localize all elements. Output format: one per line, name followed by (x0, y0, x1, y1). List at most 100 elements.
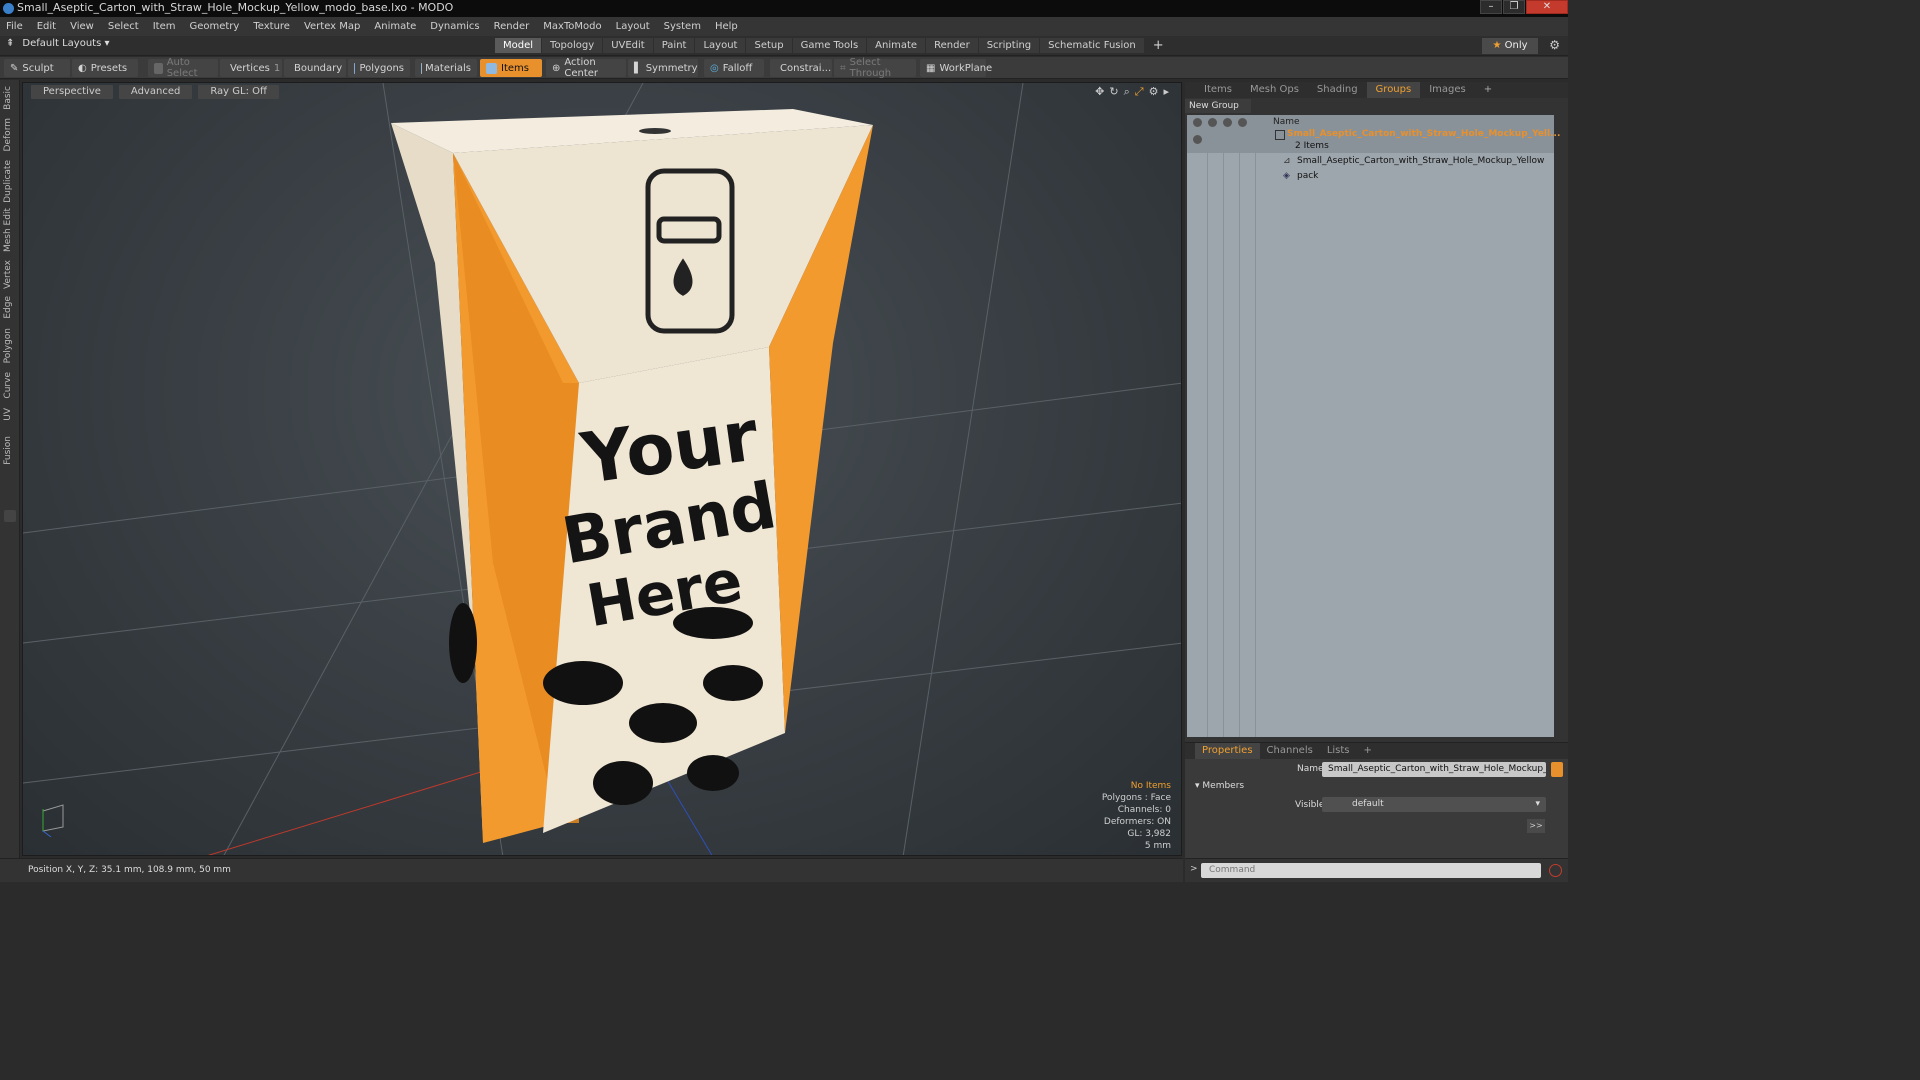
auto-select-label: Auto Select (166, 57, 198, 79)
close-button[interactable]: ✕ (1526, 0, 1568, 14)
presets-button[interactable]: ◐ Presets (72, 59, 138, 77)
tab-schematic-fusion[interactable]: Schematic Fusion (1040, 38, 1144, 53)
add-tab-button[interactable]: + (1145, 38, 1172, 53)
menu-layout[interactable]: Layout (616, 21, 650, 32)
tab-uvedit[interactable]: UVEdit (603, 38, 653, 53)
tab-images[interactable]: Images (1420, 82, 1475, 98)
only-toggle[interactable]: ★ Only (1482, 38, 1538, 54)
select-through-button[interactable]: ⌗ Select Through (834, 57, 916, 79)
tab-items[interactable]: Items (1195, 82, 1241, 98)
left-tab-fusion[interactable]: Fusion (3, 436, 13, 465)
menu-file[interactable]: File (6, 21, 23, 32)
left-tab-uv[interactable]: UV (3, 408, 13, 421)
menu-render[interactable]: Render (494, 21, 530, 32)
menu-select[interactable]: Select (108, 21, 139, 32)
tab-groups[interactable]: Groups (1366, 82, 1421, 98)
members-section[interactable]: ▾ Members (1195, 781, 1244, 791)
auto-select-button[interactable]: Auto Select (148, 57, 218, 79)
falloff-button[interactable]: ◎ Falloff (704, 59, 764, 77)
shading-mode-button[interactable]: Advanced (118, 85, 193, 99)
sculpt-button[interactable]: ✎ Sculpt (4, 59, 70, 77)
menu-texture[interactable]: Texture (253, 21, 290, 32)
visible-label: Visible (1295, 800, 1325, 810)
constraints-label: Constrai... (780, 62, 832, 74)
tab-model[interactable]: Model (495, 38, 542, 53)
left-tab-mesh-edit[interactable]: Mesh Edit (3, 208, 13, 252)
visible-dropdown[interactable]: default ▾ (1322, 797, 1546, 812)
name-field[interactable]: Small_Aseptic_Carton_with_Straw_Hole_Moc… (1322, 762, 1546, 777)
left-tab-curve[interactable]: Curve (3, 372, 13, 399)
tab-layout[interactable]: Layout (695, 38, 746, 53)
visibility-column-icon[interactable] (1193, 117, 1202, 127)
panel-toggle-icon[interactable] (4, 510, 16, 522)
tab-scripting[interactable]: Scripting (978, 38, 1040, 53)
menu-view[interactable]: View (70, 21, 94, 32)
lock-column-icon[interactable] (1223, 117, 1232, 127)
view-mode-button[interactable]: Perspective (31, 85, 113, 99)
left-tab-duplicate[interactable]: Duplicate (3, 160, 13, 203)
expand-arrow-icon[interactable]: ▸ (1163, 85, 1169, 99)
tab-game-tools[interactable]: Game Tools (792, 38, 867, 53)
materials-button[interactable]: Materials (415, 59, 477, 77)
tab-animate[interactable]: Animate (867, 38, 926, 53)
layouts-dropdown[interactable]: Default Layouts ▾ (22, 38, 109, 49)
more-button[interactable]: >> (1527, 819, 1545, 833)
rotate-icon[interactable]: ↻ (1109, 85, 1118, 99)
tab-lists[interactable]: Lists (1320, 743, 1357, 759)
zoom-icon[interactable]: ⌕ (1124, 85, 1130, 99)
menu-maxtomodo[interactable]: MaxToModo (543, 21, 601, 32)
menu-item[interactable]: Item (153, 21, 176, 32)
symmetry-button[interactable]: ▌ Symmetry (628, 59, 698, 77)
tab-mesh-ops[interactable]: Mesh Ops (1241, 82, 1308, 98)
viewport-settings-icon[interactable]: ⚙ (1149, 85, 1159, 99)
gear-icon[interactable]: ⚙ (1549, 38, 1560, 52)
tab-shading[interactable]: Shading (1308, 82, 1367, 98)
group-row[interactable]: Small_Aseptic_Carton_with_Straw_Hole_Moc… (1187, 129, 1560, 153)
raygl-toggle[interactable]: Ray GL: Off (198, 85, 279, 99)
name-options-button[interactable] (1551, 762, 1563, 777)
render-column-icon[interactable] (1208, 117, 1217, 127)
menu-animate[interactable]: Animate (374, 21, 416, 32)
fit-icon[interactable]: ⤢ (1135, 85, 1144, 99)
list-item[interactable]: ◈ pack (1187, 170, 1554, 184)
items-button[interactable]: Items (480, 59, 542, 77)
menu-vertex-map[interactable]: Vertex Map (304, 21, 360, 32)
menu-help[interactable]: Help (715, 21, 738, 32)
boundary-button[interactable]: Boundary (284, 59, 346, 77)
minimize-button[interactable]: – (1480, 0, 1502, 14)
add-properties-tab-button[interactable]: + (1357, 743, 1379, 759)
constraints-button[interactable]: Constrai... (770, 59, 832, 77)
left-tab-vertex[interactable]: Vertex (3, 260, 13, 289)
3d-viewport[interactable]: Your Brand Here Perspective Advanced Ray… (22, 82, 1182, 856)
record-icon[interactable] (1549, 864, 1562, 877)
tab-channels[interactable]: Channels (1260, 743, 1320, 759)
menu-system[interactable]: System (664, 21, 701, 32)
vertices-button[interactable]: Vertices 1 (220, 59, 282, 77)
tab-properties[interactable]: Properties (1195, 743, 1260, 759)
maximize-button[interactable]: ❐ (1503, 0, 1525, 14)
group-visibility-icon[interactable] (1193, 135, 1202, 144)
select-column-icon[interactable] (1238, 117, 1247, 127)
command-input[interactable]: Command (1201, 863, 1541, 878)
tab-topology[interactable]: Topology (542, 38, 603, 53)
menu-geometry[interactable]: Geometry (189, 21, 239, 32)
left-tab-basic[interactable]: Basic (3, 86, 13, 110)
name-column-header[interactable]: Name (1273, 117, 1300, 127)
axis-gizmo-icon (42, 804, 64, 837)
workplane-button[interactable]: ▦ WorkPlane (920, 59, 992, 77)
tab-render[interactable]: Render (926, 38, 978, 53)
list-item[interactable]: ⊿ Small_Aseptic_Carton_with_Straw_Hole_M… (1187, 155, 1554, 169)
menu-dynamics[interactable]: Dynamics (430, 21, 479, 32)
menu-edit[interactable]: Edit (37, 21, 56, 32)
new-group-button[interactable]: New Group (1185, 99, 1251, 113)
collapse-icon[interactable]: ⇞ (6, 38, 14, 49)
left-tab-edge[interactable]: Edge (3, 296, 13, 319)
pan-icon[interactable]: ✥ (1095, 85, 1104, 99)
polygons-button[interactable]: Polygons (348, 59, 410, 77)
left-tab-polygon[interactable]: Polygon (3, 328, 13, 363)
action-center-button[interactable]: ⊕ Action Center (546, 57, 626, 79)
left-tab-deform[interactable]: Deform (3, 118, 13, 151)
tab-paint[interactable]: Paint (653, 38, 695, 53)
add-panel-tab-button[interactable]: + (1475, 82, 1501, 98)
tab-setup[interactable]: Setup (746, 38, 792, 53)
